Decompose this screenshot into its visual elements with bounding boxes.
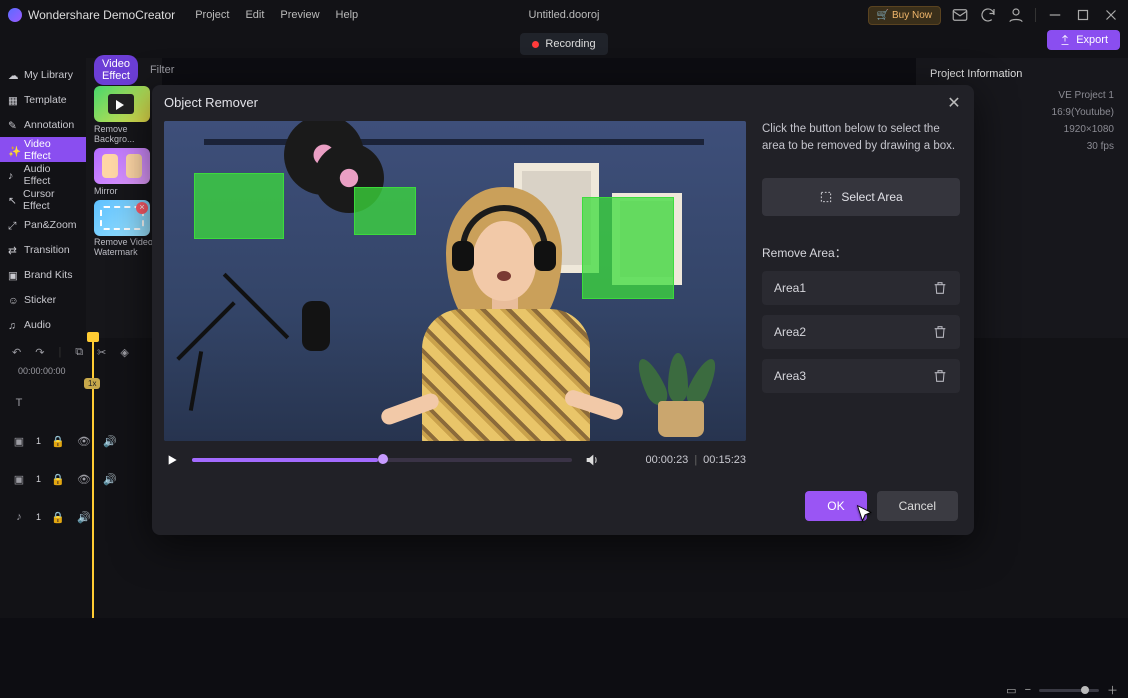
sidebar-item-mylibrary[interactable]: ☁My Library [0, 62, 86, 87]
zoom-out-icon[interactable]: − [1025, 684, 1031, 696]
track-lock-icon[interactable]: 🔒 [49, 470, 67, 488]
recording-button[interactable]: Recording [520, 33, 607, 55]
track-lock-icon[interactable]: 🔒 [49, 508, 67, 526]
effect-mirror[interactable]: Mirror [94, 148, 156, 196]
ok-button[interactable]: OK [805, 491, 866, 521]
delete-area-icon[interactable] [932, 280, 948, 296]
menu-preview[interactable]: Preview [280, 9, 319, 21]
document-title: Untitled.dooroj [529, 9, 600, 21]
app-name: Wondershare DemoCreator [28, 8, 175, 22]
preview-controls: 00:00:23 | 00:15:23 [164, 445, 746, 475]
remove-area-label: Remove Area： [762, 244, 960, 261]
undo-button[interactable]: ↶ [12, 346, 21, 359]
sidebar-item-videoeffect[interactable]: ✨Video Effect [0, 137, 86, 162]
mail-icon[interactable] [951, 6, 969, 24]
window-maximize-button[interactable] [1074, 6, 1092, 24]
track-type-video-icon[interactable]: ▣ [10, 432, 28, 450]
split-button[interactable]: ✂ [97, 346, 106, 359]
track-visible-icon[interactable]: 👁 [75, 470, 93, 488]
menu-project[interactable]: Project [195, 9, 229, 21]
project-info-title: Project Information [930, 68, 1114, 80]
titlebar: Wondershare DemoCreator Project Edit Pre… [0, 0, 1128, 30]
effect-remove-watermark[interactable]: × Remove Video Watermark [94, 200, 156, 258]
subtoolbar: Recording [0, 30, 1128, 58]
selection-area-2[interactable] [354, 187, 416, 235]
marker-button[interactable]: ◈ [120, 346, 128, 359]
audio-effect-icon: ♪ [8, 170, 18, 180]
app-brand: Wondershare DemoCreator [8, 8, 175, 22]
transition-icon: ⇄ [8, 245, 18, 255]
sidebar-item-sticker[interactable]: ☺Sticker [0, 287, 86, 312]
track-lock-icon[interactable]: 🔒 [49, 432, 67, 450]
account-icon[interactable] [1007, 6, 1025, 24]
track-type-text-icon[interactable]: T [10, 394, 28, 412]
sidebar-item-template[interactable]: ▦Template [0, 87, 86, 112]
delete-area-icon[interactable] [932, 368, 948, 384]
buy-now-button[interactable]: 🛒 Buy Now [868, 6, 941, 25]
window-close-button[interactable] [1102, 6, 1120, 24]
redo-button[interactable]: ↷ [35, 346, 44, 359]
zoom-fit-icon[interactable]: ▭ [1006, 684, 1016, 697]
sticker-icon: ☺ [8, 295, 18, 305]
menu-help[interactable]: Help [336, 9, 359, 21]
preview-time-total: 00:15:23 [703, 454, 746, 466]
template-icon: ▦ [8, 95, 18, 105]
sidebar-item-audio[interactable]: ♫Audio [0, 312, 86, 337]
volume-icon[interactable] [584, 452, 600, 468]
tab-filter[interactable]: Filter [150, 64, 174, 76]
object-remover-dialog: Object Remover ✕ [152, 85, 974, 535]
preview-time-current: 00:00:23 [645, 454, 688, 466]
annotation-icon: ✎ [8, 120, 18, 130]
timeline-zoom[interactable]: ▭ − ＋ [1006, 682, 1118, 698]
sidebar-item-panzoom[interactable]: ⤢Pan&Zoom [0, 212, 86, 237]
track-mute-icon[interactable]: 🔊 [101, 470, 119, 488]
left-sidebar: ☁My Library ▦Template ✎Annotation ✨Video… [0, 58, 86, 338]
effects-column: Video Effect Filter Remove Backgro... Mi… [86, 58, 162, 338]
preview-progress[interactable] [192, 458, 572, 462]
sidebar-item-cursoreffect[interactable]: ↖Cursor Effect [0, 187, 86, 212]
panzoom-icon: ⤢ [8, 220, 18, 230]
dialog-right-panel: Click the button below to select the are… [762, 121, 960, 475]
brandkits-icon: ▣ [8, 270, 18, 280]
app-logo-icon [8, 8, 22, 22]
sidebar-item-annotation[interactable]: ✎Annotation [0, 112, 86, 137]
delete-area-icon[interactable] [932, 324, 948, 340]
track-mute-icon[interactable]: 🔊 [101, 432, 119, 450]
effect-remove-background[interactable]: Remove Backgro... [94, 86, 156, 144]
export-button[interactable]: Export [1047, 30, 1120, 50]
selection-area-1[interactable] [194, 173, 284, 239]
crop-button[interactable]: ⧉ [75, 346, 83, 359]
select-area-button[interactable]: Select Area [762, 178, 960, 216]
sidebar-item-audioeffect[interactable]: ♪Audio Effect [0, 162, 86, 187]
remove-area-item[interactable]: Area2 [762, 315, 960, 349]
remove-area-item[interactable]: Area3 [762, 359, 960, 393]
tab-video-effect[interactable]: Video Effect [94, 55, 138, 85]
library-icon: ☁ [8, 70, 18, 80]
video-effect-icon: ✨ [8, 145, 18, 155]
track-mute-icon[interactable]: 🔊 [75, 508, 93, 526]
sidebar-item-brandkits[interactable]: ▣Brand Kits [0, 262, 86, 287]
dialog-close-button[interactable]: ✕ [944, 93, 964, 113]
selection-area-3[interactable] [582, 197, 674, 299]
cursor-effect-icon: ↖ [8, 195, 17, 205]
remove-area-item[interactable]: Area1 [762, 271, 960, 305]
track-visible-icon[interactable]: 👁 [75, 432, 93, 450]
sync-icon[interactable] [979, 6, 997, 24]
main-menu: Project Edit Preview Help [195, 9, 358, 21]
cancel-button[interactable]: Cancel [877, 491, 958, 521]
track-type-video-icon[interactable]: ▣ [10, 470, 28, 488]
dialog-video-preview[interactable] [164, 121, 746, 441]
audio-icon: ♫ [8, 320, 18, 330]
zoom-slider[interactable] [1039, 689, 1099, 692]
menu-edit[interactable]: Edit [245, 9, 264, 21]
timeline-timecode: 00:00:00:00 [18, 366, 66, 376]
timeline-speed-badge: 1x [84, 378, 100, 389]
track-type-audio-icon[interactable]: ♪ [10, 508, 28, 526]
zoom-in-icon[interactable]: ＋ [1107, 682, 1118, 698]
sidebar-item-transition[interactable]: ⇄Transition [0, 237, 86, 262]
dialog-title: Object Remover [164, 95, 258, 110]
play-button[interactable] [164, 452, 180, 468]
dialog-hint-text: Click the button below to select the are… [762, 121, 960, 154]
window-minimize-button[interactable] [1046, 6, 1064, 24]
